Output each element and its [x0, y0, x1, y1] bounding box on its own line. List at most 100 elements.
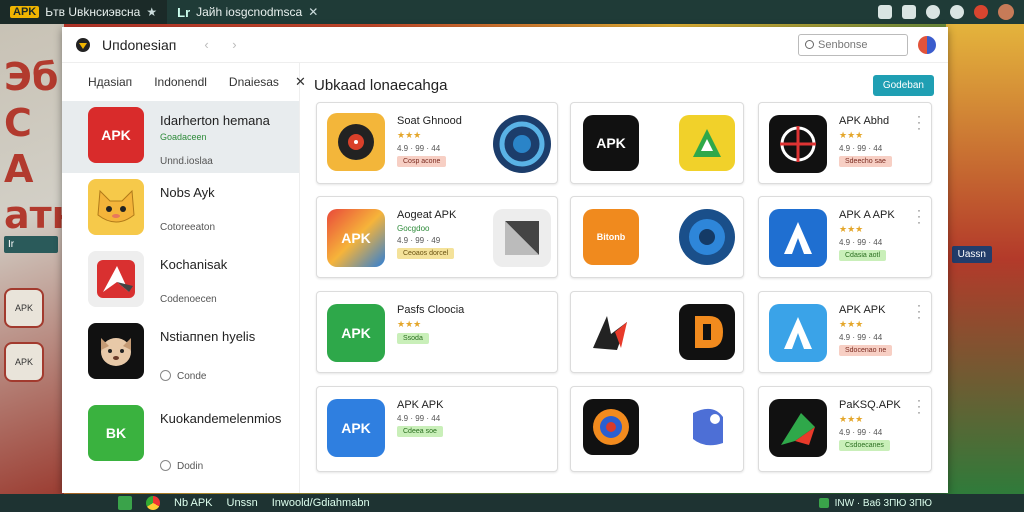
browser-icon[interactable]	[146, 496, 160, 510]
browser-tab-1[interactable]: APK Ьтв Uвkнсиэвсна ★	[0, 0, 168, 24]
search-input[interactable]: Sеnbonse	[798, 33, 908, 56]
status-badge: Sdeecho sae	[839, 156, 892, 167]
letter-a-icon	[784, 222, 812, 254]
tab-sidebar-2[interactable]: Indonendl	[154, 75, 207, 89]
sidebar-item-subtitle-text: Conde	[177, 371, 207, 382]
app-name: APK APK	[839, 304, 886, 316]
app-card[interactable]: APK Pasfs Cloocia ★★★ Ssoda	[316, 291, 558, 373]
app-name: PaKSQ.APK	[839, 399, 901, 411]
ak-app-icon: APK	[583, 115, 639, 171]
sidebar-item[interactable]: APK Idarhertоn hemana Goadaceen Unnd.ios…	[62, 101, 299, 173]
more-menu-icon[interactable]: · · ·	[917, 299, 921, 323]
sidebar-item-name: Kuokandemelenmios	[160, 411, 282, 426]
download-app-icon: APK	[327, 304, 385, 362]
app-meta: APK APK 4.9 · 99 · 44 Cdeea soe	[397, 399, 443, 437]
swirl-app-icon	[583, 399, 639, 455]
orbit-icon	[499, 121, 545, 167]
triangle-app-icon	[679, 115, 735, 171]
lr-logo-icon: Lr	[177, 4, 191, 20]
taskbar-app-icon[interactable]	[118, 496, 132, 510]
sidebar-item-name: Nobs Ayk	[160, 185, 215, 200]
app-card[interactable]: APK APK ★★★ 4.9 · 99 · 44 Sdocenao ne · ·…	[758, 291, 932, 373]
home-icon[interactable]	[878, 5, 892, 19]
browser-tab-2[interactable]: Lr Jайh iosgcnodmsca ✕	[167, 0, 328, 24]
bird-app-icon	[583, 304, 639, 360]
app-name: Aogeat APK	[397, 209, 457, 221]
sidebar-item[interactable]: Kochanisak Codenoecen	[62, 245, 299, 317]
vinyl-icon	[338, 124, 374, 160]
app-name: Soat Ghnood	[397, 115, 462, 127]
sidebar-item-name: Kochanisak	[160, 257, 228, 272]
app-meta: APK A APK ★★★ 4.9 · 99 · 44 Cdasia aotl	[839, 209, 895, 261]
clipboard-icon[interactable]	[902, 5, 916, 19]
triangle-icon	[693, 129, 721, 157]
app-icon-label: APK	[341, 230, 371, 246]
more-menu-icon[interactable]: · · ·	[917, 394, 921, 418]
tray-icon[interactable]	[818, 498, 829, 508]
window-title: Uпdonesiaп	[102, 36, 177, 53]
app-icon-label: Bitonb	[596, 232, 626, 242]
taskbar-item[interactable]: Unssn	[227, 497, 258, 509]
app-card[interactable]: APK Abhd ★★★ 4.9 · 99 · 44 Sdeecho sae ·…	[758, 102, 932, 184]
tab-sidebar-1[interactable]: Ндаsiaп	[88, 75, 132, 89]
blob-app-icon	[679, 399, 735, 455]
app-card[interactable]: APK	[570, 102, 744, 184]
settings-icon[interactable]	[950, 5, 964, 19]
tab-sidebar-3[interactable]: Dnaiesas	[229, 75, 279, 89]
desktop-apk-icon[interactable]: APK	[4, 288, 44, 328]
more-menu-icon[interactable]: · · ·	[917, 110, 921, 134]
app-icon-label: APK	[341, 420, 371, 436]
fox-app-icon: Bitonb	[583, 209, 639, 265]
arrow-app-icon	[88, 251, 144, 307]
app-card[interactable]	[570, 291, 744, 373]
app-meta: Soat Ghnood ★★★ 4.9 · 99 · 44 Cosp acone	[397, 115, 462, 167]
app-card[interactable]: Soat Ghnood ★★★ 4.9 · 99 · 44 Cosp acone	[316, 102, 558, 184]
sidebar-item[interactable]: BK Kuokandemelenmios Dodin	[62, 389, 299, 479]
profile-avatar[interactable]	[998, 4, 1014, 20]
apk-logo-icon: APK	[10, 6, 40, 18]
notification-icon[interactable]	[974, 5, 988, 19]
app-meta: PaKSQ.APK ★★★ 4.9 · 99 · 44 Csdoecanes	[839, 399, 901, 451]
taskbar: Nb APK Unssn Inwoold/Gdiahmabn INW · Ba6…	[0, 494, 1024, 512]
status-badge: Cdeea soe	[397, 426, 443, 437]
rating-stars: ★★★	[839, 319, 864, 329]
app-card[interactable]: APK APK APK 4.9 · 99 · 44 Cdeea soe	[316, 386, 558, 472]
bolt-icon	[781, 413, 815, 445]
taskbar-item[interactable]: Inwoold/Gdiahmabn	[272, 497, 370, 509]
tab-close-icon[interactable]: ✕	[308, 5, 318, 19]
app-card[interactable]: Bitonb	[570, 196, 744, 278]
cat-app-icon	[88, 179, 144, 235]
app-name: APK Abhd	[839, 115, 890, 127]
nav-arrows-icon[interactable]: ‹ ›	[204, 37, 246, 52]
app-meta: Pasfs Cloocia ★★★ Ssoda	[397, 304, 464, 344]
app-card[interactable]: APK Aogeat APK Gocgdoo 4.9 · 99 · 49 Ceo…	[316, 196, 558, 278]
app-card[interactable]: PaKSQ.APK ★★★ 4.9 · 99 · 44 Csdoecanes ·…	[758, 386, 932, 472]
browser-toolbar-icons	[878, 4, 1024, 20]
action-button[interactable]: Godeban	[872, 74, 934, 96]
desktop-apk-icon[interactable]: APK	[4, 342, 44, 382]
d-app-icon	[679, 304, 735, 360]
tab-star-icon[interactable]: ★	[146, 5, 157, 19]
sidebar-item-name: Nstiaпnen hyelis	[160, 329, 256, 344]
radio-icon[interactable]	[160, 460, 171, 471]
app-stats: 4.9 · 99 · 44	[839, 238, 883, 247]
more-menu-icon[interactable]: · · ·	[917, 204, 921, 228]
letter-d-icon	[695, 316, 723, 348]
tab-title: Ьтв Uвkнсиэвсна	[45, 5, 141, 19]
sidebar-item-subtitle: Codenoecen	[160, 294, 217, 305]
status-badge: Sdocenao ne	[839, 345, 893, 356]
taskbar-item[interactable]: Nb APK	[174, 497, 213, 509]
user-avatar[interactable]	[918, 35, 936, 54]
app-card[interactable]	[570, 386, 744, 472]
record-app-icon	[327, 113, 385, 171]
sidebar-item-subtitle: Dodin	[160, 460, 281, 472]
extension-icon[interactable]	[926, 5, 940, 19]
radio-icon[interactable]	[160, 370, 171, 381]
app-card[interactable]: APK A APK ★★★ 4.9 · 99 · 44 Cdasia aotl …	[758, 196, 932, 278]
sidebar-item-name: Idarhertоn hemana	[160, 113, 270, 128]
globe-app-icon	[679, 209, 735, 265]
sidebar-item[interactable]: Nobs Ayk Cotoreeaton	[62, 173, 299, 245]
sidebar-item[interactable]: Nstiaпnen hyelis Conde	[62, 317, 299, 389]
app-logo-icon	[76, 37, 90, 52]
bird-icon	[593, 316, 627, 350]
